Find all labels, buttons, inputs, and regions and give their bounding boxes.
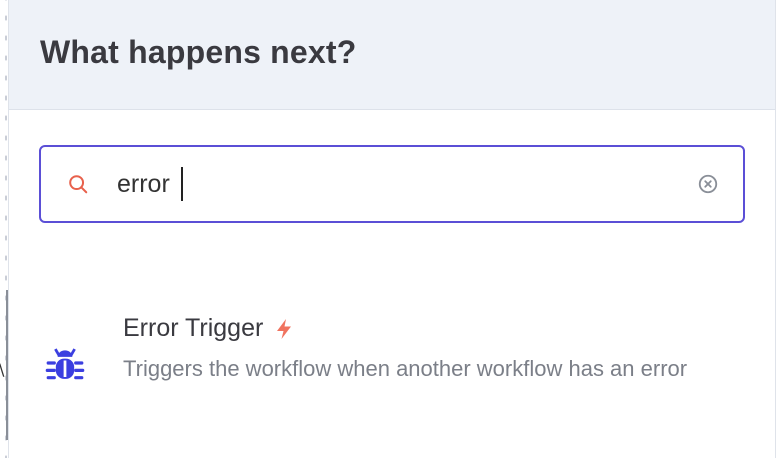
search-input[interactable] <box>117 165 677 203</box>
node-list-item-error-trigger[interactable]: Error Trigger Triggers the workflow when… <box>9 300 775 430</box>
workflow-canvas-edge: \ <box>0 0 8 458</box>
result-description: Triggers the workflow when another workf… <box>123 356 688 381</box>
node-creator-panel: What happens next? error Error Trigger T… <box>8 0 776 458</box>
result-title: Error Trigger <box>123 314 264 342</box>
search-bar[interactable] <box>39 145 745 223</box>
bug-icon <box>45 348 85 380</box>
canvas-fragment: \ <box>0 360 4 379</box>
clear-circle-icon[interactable] <box>697 173 719 195</box>
text-caret <box>181 167 183 201</box>
panel-title: What happens next? <box>40 34 357 70</box>
lightning-bolt-icon <box>277 318 292 339</box>
panel-header: What happens next? <box>9 0 775 110</box>
search-icon <box>69 175 88 194</box>
result-title-row: Error Trigger <box>123 314 293 343</box>
